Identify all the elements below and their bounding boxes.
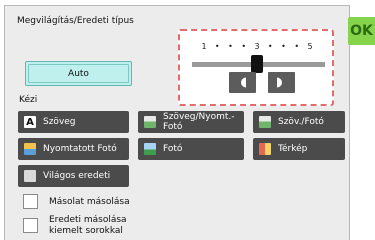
scale-label-3: 3 [254,41,260,51]
original-type-map-button[interactable]: Térkép [253,138,345,160]
exposure-scale: 1 • • • 3 • • • 5 [199,40,315,52]
scale-dot: • [267,41,273,51]
scale-dot: • [228,41,233,51]
original-type-light-original-button[interactable]: Világos eredeti [18,165,129,187]
copy-of-copy-checkbox[interactable] [23,194,38,209]
page-title: Megvilágítás/Eredeti típus [17,16,134,26]
auto-button[interactable]: Auto [25,61,132,86]
scale-dot: • [241,41,247,51]
highlighted-original-checkbox[interactable] [23,218,38,233]
scale-dot: • [281,41,286,51]
scale-dot: • [294,41,300,51]
exposure-slider-panel: 1 • • • 3 • • • 5 [178,29,334,106]
button-label: Nyomtatott Fotó [43,144,117,154]
copy-of-copy-label: Másolat másolása [49,197,130,207]
text-printed-photo-icon [144,116,156,128]
button-label: Szöveg/Nyomt.-Fotó [163,112,235,132]
button-label: Szöv./Fotó [278,117,324,127]
exposure-decrease-button[interactable] [229,72,256,93]
printed-photo-icon [24,143,36,155]
scale-label-5: 5 [307,41,313,51]
ok-button[interactable]: OK [348,17,375,45]
original-type-printed-photo-button[interactable]: Nyomtatott Fotó [18,138,129,160]
button-label: Fotó [163,144,183,154]
exposure-slider-thumb[interactable] [251,55,263,73]
manual-section-label: Kézi [19,95,38,105]
text-photo-icon [259,116,271,128]
original-type-text-printed-photo-button[interactable]: Szöveg/Nyomt.-Fotó [138,111,244,133]
light-original-icon [24,170,36,182]
map-icon [259,143,271,155]
button-label: Térkép [278,144,308,154]
original-type-text-photo-button[interactable]: Szöv./Fotó [253,111,345,133]
highlighted-original-label: Eredeti másolása kiemelt sorokkal [49,215,127,236]
text-icon: A [24,116,36,128]
scale-dot: • [214,41,220,51]
button-label: Szöveg [43,117,76,127]
original-type-photo-button[interactable]: Fotó [138,138,244,160]
lighter-icon [241,77,246,88]
original-type-text-button[interactable]: A Szöveg [18,111,129,133]
exposure-original-type-screen: Megvilágítás/Eredeti típus Auto 1 • • • … [0,0,375,240]
exposure-increase-button[interactable] [268,72,295,93]
photo-icon [144,143,156,155]
settings-panel: Megvilágítás/Eredeti típus Auto 1 • • • … [4,5,350,240]
button-label: Világos eredeti [43,171,111,181]
darker-icon [277,77,282,88]
scale-label-1: 1 [201,41,207,51]
